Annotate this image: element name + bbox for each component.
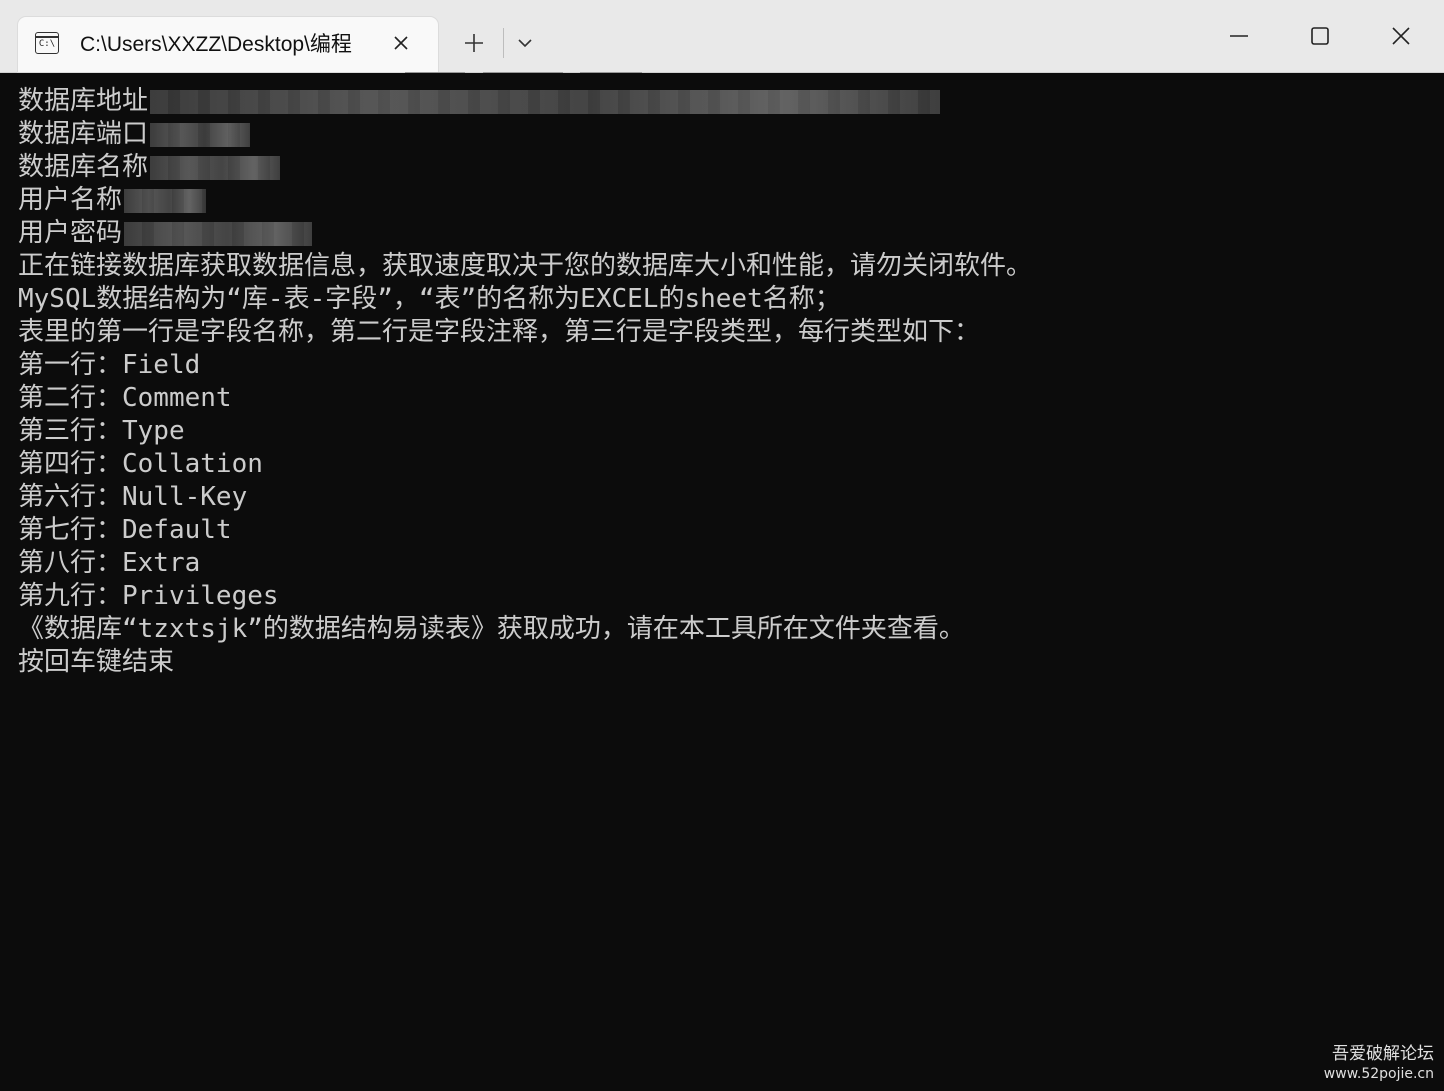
maximize-button[interactable]	[1290, 14, 1350, 58]
close-icon	[394, 36, 408, 50]
title-bar: C:\ C:\Users\XXZZ\Desktop\编程	[0, 0, 1444, 74]
tab-title: C:\Users\XXZZ\Desktop\编程	[80, 33, 352, 56]
tab-separator	[503, 28, 504, 58]
chevron-down-icon	[518, 39, 532, 48]
output-line: 《数据库“tzxtsjk”的数据结构易读表》获取成功，请在本工具所在文件夹查看。	[18, 614, 965, 644]
db-address-line: 数据库地址	[18, 85, 1032, 118]
tab-dropdown-button[interactable]	[513, 31, 537, 55]
output-line: 正在链接数据库获取数据信息，获取速度取决于您的数据库大小和性能，请勿关闭软件。	[18, 251, 1033, 281]
db-address-label: 数据库地址	[18, 86, 149, 116]
db-port-label: 数据库端口	[18, 119, 149, 149]
redacted-value	[124, 221, 313, 246]
db-name-line: 数据库名称	[18, 151, 1032, 184]
output-lines: 数据库地址 数据库端口 数据库名称 用户名称 用户密码 正在链接数据库获取数据信…	[18, 85, 1032, 679]
watermark-url: www.52pojie.cn	[1323, 1066, 1434, 1082]
output-line: 第八行：Extra	[18, 548, 201, 578]
close-icon	[1392, 27, 1410, 45]
output-line: 第一行：Field	[18, 350, 201, 380]
watermark-name: 吾爱破解论坛	[1332, 1044, 1434, 1064]
terminal-tab[interactable]: C:\ C:\Users\XXZZ\Desktop\编程	[18, 17, 438, 72]
plus-icon	[465, 34, 483, 52]
output-line: MySQL数据结构为“库-表-字段”，“表”的名称为EXCEL的sheet名称；	[18, 284, 841, 314]
password-line: 用户密码	[18, 217, 1032, 250]
tab-close-button[interactable]	[388, 30, 414, 56]
output-line: 按回车键结束	[18, 647, 175, 677]
db-port-line: 数据库端口	[18, 118, 1032, 151]
password-label: 用户密码	[18, 218, 123, 248]
redacted-value	[150, 155, 281, 180]
redacted-value	[150, 122, 251, 147]
terminal-output[interactable]: 数据库地址 数据库端口 数据库名称 用户名称 用户密码 正在链接数据库获取数据信…	[0, 73, 1444, 1091]
username-label: 用户名称	[18, 185, 123, 215]
output-line: 第六行：Null-Key	[18, 482, 248, 512]
output-line: 表里的第一行是字段名称，第二行是字段注释，第三行是字段类型，每行类型如下：	[18, 317, 981, 347]
watermark: 吾爱破解论坛 www.52pojie.cn	[1324, 1043, 1434, 1083]
output-line: 第二行：Comment	[18, 383, 232, 413]
terminal-icon: C:\	[35, 32, 59, 54]
maximize-icon	[1311, 27, 1329, 45]
redacted-value	[150, 89, 941, 114]
minimize-button[interactable]	[1209, 14, 1269, 58]
new-tab-button[interactable]	[460, 29, 488, 57]
output-line: 第七行：Default	[18, 515, 232, 545]
db-name-label: 数据库名称	[18, 152, 149, 182]
minimize-icon	[1230, 35, 1248, 37]
username-line: 用户名称	[18, 184, 1032, 217]
output-line: 第三行：Type	[18, 416, 185, 446]
output-line: 第四行：Collation	[18, 449, 263, 479]
redacted-value	[124, 188, 207, 213]
output-line: 第九行：Privileges	[18, 581, 279, 611]
close-window-button[interactable]	[1371, 14, 1431, 58]
